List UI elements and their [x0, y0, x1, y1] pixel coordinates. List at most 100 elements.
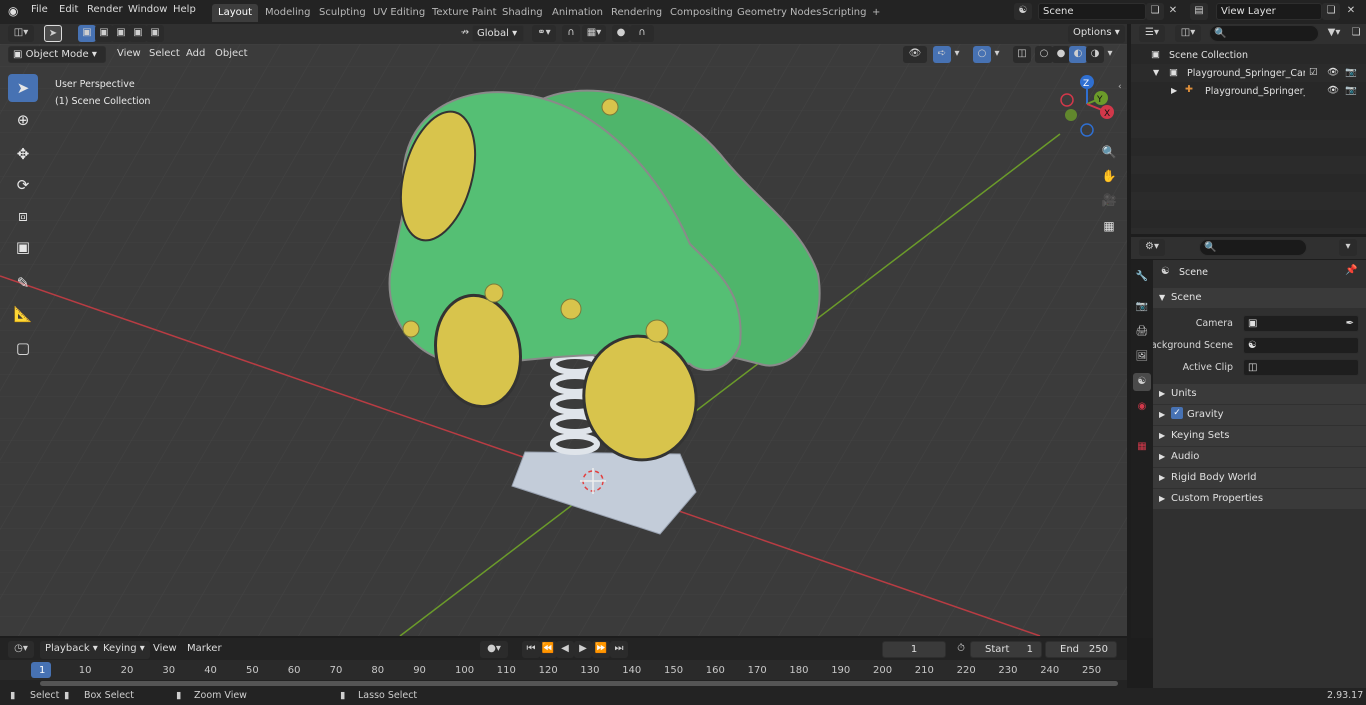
tab-scripting[interactable]: Scripting: [816, 4, 872, 22]
snap-target-icon[interactable]: ▦▾: [582, 25, 606, 42]
panel-custom-properties[interactable]: ▶ Custom Properties: [1153, 489, 1366, 509]
timeline-menu-view[interactable]: View: [148, 641, 182, 659]
gizmo-toggle-icon[interactable]: ➪: [933, 46, 951, 63]
properties-search-input[interactable]: 🔍: [1199, 239, 1307, 256]
menu-select[interactable]: Select: [144, 46, 185, 64]
shading-solid-icon[interactable]: ●: [1052, 46, 1070, 63]
shading-rendered-icon[interactable]: ◑: [1086, 46, 1104, 63]
scene-icon[interactable]: ☯: [1014, 3, 1032, 20]
menu-view[interactable]: View: [112, 46, 146, 64]
render-tab-icon[interactable]: 📷: [1133, 298, 1151, 316]
overlay-toggle-icon[interactable]: ○: [973, 46, 991, 63]
properties-options-icon[interactable]: ▾: [1339, 239, 1357, 256]
falloff-icon[interactable]: ∩: [630, 25, 654, 42]
select-intersect-icon[interactable]: ▣: [146, 25, 164, 42]
tab-rendering[interactable]: Rendering: [605, 4, 668, 22]
close-scene-icon[interactable]: ✕: [1164, 3, 1182, 20]
tool-measure[interactable]: 📐: [8, 300, 38, 328]
xray-icon[interactable]: ◫: [1013, 46, 1031, 63]
select-tool-icon[interactable]: ➤: [44, 25, 62, 42]
panel-keying-sets[interactable]: ▶ Keying Sets: [1153, 426, 1366, 446]
camera-render-icon[interactable]: 📷: [1345, 85, 1357, 96]
eye-icon[interactable]: 👁: [1327, 85, 1339, 96]
expand-arrow-icon[interactable]: ▶: [1171, 86, 1177, 95]
texture-tab-icon[interactable]: ▦: [1133, 438, 1151, 456]
eye-icon[interactable]: 👁: [1327, 67, 1339, 78]
perspective-grid-icon[interactable]: ▦: [1098, 215, 1120, 237]
view-layer-icon[interactable]: ▤: [1190, 3, 1208, 20]
snap-icon[interactable]: ∩: [562, 25, 580, 42]
overlay-dropdown-icon[interactable]: ▾: [991, 46, 1003, 63]
tool-transform[interactable]: ▣: [8, 233, 38, 261]
menu-help[interactable]: Help: [173, 4, 196, 15]
shading-wireframe-icon[interactable]: ○: [1035, 46, 1053, 63]
add-workspace-button[interactable]: +: [866, 4, 886, 22]
object-mode-dropdown[interactable]: ▣ Object Mode ▾: [8, 46, 106, 63]
tab-uv-editing[interactable]: UV Editing: [367, 4, 431, 22]
editor-type-icon[interactable]: ◫▾: [8, 25, 34, 42]
select-invert-icon[interactable]: ▣: [129, 25, 147, 42]
world-tab-icon[interactable]: ◉: [1133, 398, 1151, 416]
active-clip-field[interactable]: ◫: [1243, 359, 1359, 376]
camera-render-icon[interactable]: 📷: [1345, 67, 1357, 78]
tab-geometry-nodes[interactable]: Geometry Nodes: [731, 4, 827, 22]
menu-file[interactable]: File: [31, 4, 48, 15]
tool-rotate[interactable]: ⟳: [8, 171, 38, 199]
pan-hand-icon[interactable]: ✋: [1098, 165, 1120, 187]
new-collection-icon[interactable]: ❏: [1347, 25, 1365, 42]
tab-compositing[interactable]: Compositing: [664, 4, 739, 22]
gravity-checkbox[interactable]: ✓: [1171, 407, 1183, 419]
expand-arrow-icon[interactable]: ▼: [1153, 68, 1159, 77]
filter-icon[interactable]: ▼▾: [1321, 25, 1347, 42]
scene-field[interactable]: Scene: [1038, 3, 1146, 20]
properties-editor-type-icon[interactable]: ⚙▾: [1139, 239, 1165, 256]
record-icon[interactable]: ●▾: [480, 641, 508, 658]
camera-field[interactable]: ▣ ✒: [1243, 315, 1359, 332]
start-frame-field[interactable]: Start 1: [970, 641, 1042, 658]
sidebar-toggle-icon[interactable]: ‹: [1118, 82, 1122, 92]
copy-scene-icon[interactable]: ❏: [1146, 3, 1164, 20]
panel-rigid-body-world[interactable]: ▶ Rigid Body World: [1153, 468, 1366, 488]
shading-material-icon[interactable]: ◐: [1069, 46, 1087, 63]
3d-viewport[interactable]: User Perspective (1) Scene Collection ➤ …: [0, 44, 1127, 636]
keying-dropdown[interactable]: Keying ▾: [98, 641, 150, 659]
tab-layout[interactable]: Layout: [212, 4, 258, 22]
select-extend-icon[interactable]: ▣: [95, 25, 113, 42]
tool-select-box[interactable]: ➤: [8, 74, 38, 102]
menu-object[interactable]: Object: [210, 46, 253, 64]
camera-view-icon[interactable]: 🎥: [1098, 189, 1120, 211]
blender-logo-icon[interactable]: ◉: [8, 4, 18, 18]
outliner-row-collection[interactable]: ▼ ▣ Playground_Springer_Car_001 ☑ 👁 📷: [1131, 64, 1366, 82]
orientation-dropdown[interactable]: Global ▾: [472, 25, 524, 42]
visibility-icon[interactable]: 👁: [903, 46, 927, 63]
pin-icon[interactable]: 📌: [1345, 265, 1357, 276]
stopwatch-icon[interactable]: ⏱: [952, 641, 970, 658]
proportional-edit-icon[interactable]: ●: [612, 25, 630, 42]
jump-start-icon[interactable]: ⏮: [522, 641, 540, 658]
navigation-gizmo[interactable]: Z Y X: [1055, 72, 1125, 142]
jump-end-icon[interactable]: ⏭: [610, 641, 628, 658]
shading-dropdown-icon[interactable]: ▾: [1104, 46, 1116, 63]
zoom-icon[interactable]: 🔍: [1098, 141, 1120, 163]
timeline-editor-type-icon[interactable]: ◷▾: [8, 641, 34, 658]
outliner-row-scene-collection[interactable]: ▣ Scene Collection: [1131, 46, 1366, 64]
timeline-scrollbar[interactable]: [40, 681, 1118, 686]
next-keyframe-icon[interactable]: ⏩: [592, 641, 610, 658]
select-new-icon[interactable]: ▣: [78, 25, 96, 42]
menu-render[interactable]: Render: [87, 4, 123, 15]
tool-cursor[interactable]: ⊕: [8, 106, 38, 134]
view-layer-tab-icon[interactable]: 🖼: [1133, 348, 1151, 366]
output-tab-icon[interactable]: 🖨: [1133, 323, 1151, 341]
select-subtract-icon[interactable]: ▣: [112, 25, 130, 42]
panel-gravity[interactable]: ▶ ✓ Gravity: [1153, 405, 1366, 425]
current-frame-field[interactable]: 1: [882, 641, 946, 658]
close-view-layer-icon[interactable]: ✕: [1342, 3, 1360, 20]
play-reverse-icon[interactable]: ◀: [556, 641, 574, 658]
outliner-editor-type-icon[interactable]: ☰▾: [1139, 25, 1165, 42]
playback-dropdown[interactable]: Playback ▾: [40, 641, 103, 659]
tab-animation[interactable]: Animation: [546, 4, 609, 22]
play-icon[interactable]: ▶: [574, 641, 592, 658]
panel-units[interactable]: ▶ Units: [1153, 384, 1366, 404]
view-layer-field[interactable]: View Layer: [1216, 3, 1322, 20]
timeline-menu-marker[interactable]: Marker: [182, 641, 227, 659]
